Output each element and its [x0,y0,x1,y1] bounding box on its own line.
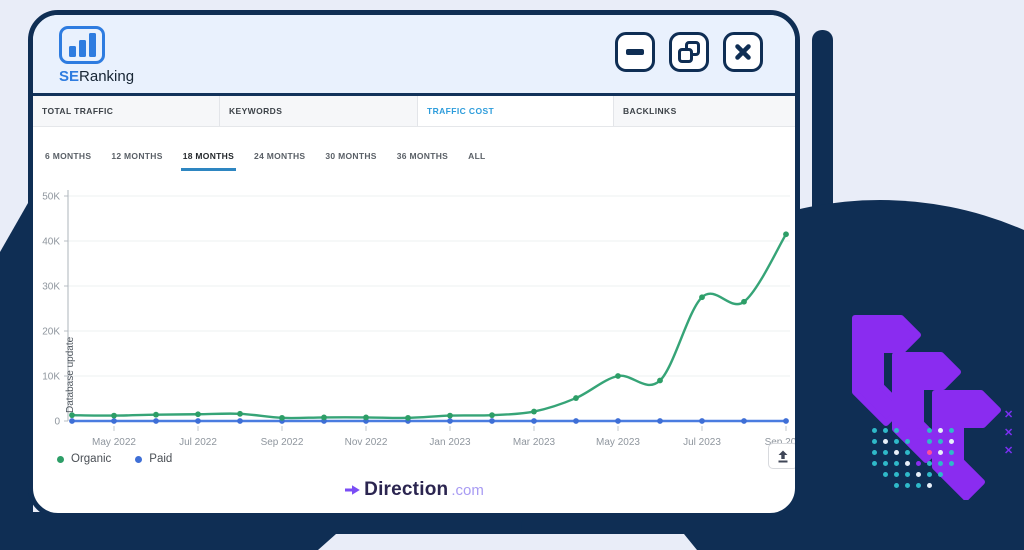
legend-label-organic: Organic [71,453,111,465]
svg-text:Mar 2023: Mar 2023 [513,437,556,448]
svg-text:Jan 2023: Jan 2023 [429,437,471,448]
direction-arrow-icon [344,484,361,496]
svg-text:Sep 2022: Sep 2022 [261,437,304,448]
export-upload-icon [777,450,789,463]
tab-total-traffic[interactable]: TOTAL TRAFFIC [33,96,220,126]
x-mark-icon: ✕ [1004,428,1013,439]
brand-ranking: Ranking [79,68,134,85]
page: SERanking TOTAL T [0,0,1024,550]
brand-se: SE [59,68,79,85]
x-marks-decoration: ✕ ✕ ✕ [1004,410,1013,457]
restore-icon [678,41,700,63]
svg-text:Nov 2022: Nov 2022 [345,437,388,448]
direction-name: Direction [364,479,448,501]
range-36-months[interactable]: 36 MONTHS [395,151,450,171]
tab-keywords[interactable]: KEYWORDS [220,96,418,126]
background-floor-notch [300,534,700,550]
direction-watermark: Direction.com [33,479,795,501]
legend-item-organic[interactable]: Organic [57,453,111,465]
range-6-months[interactable]: 6 MONTHS [43,151,93,171]
x-mark-icon: ✕ [1004,446,1013,457]
svg-text:0: 0 [54,417,60,428]
close-icon [733,42,753,62]
range-all[interactable]: ALL [466,151,487,171]
organic-dot-icon [57,456,64,463]
tab-backlinks[interactable]: BACKLINKS [614,96,795,126]
svg-text:20K: 20K [42,327,60,338]
direction-tld: .com [451,482,484,499]
chart-legend: Organic Paid [57,453,172,465]
range-18-months[interactable]: 18 MONTHS [181,151,236,171]
x-mark-icon: ✕ [1004,410,1013,421]
svg-text:Database update: Database update [65,336,76,413]
se-ranking-window: SERanking TOTAL T [28,10,800,518]
minimize-button[interactable] [615,32,655,72]
restore-button[interactable] [669,32,709,72]
bar-chart-logo-icon [59,26,105,64]
export-button[interactable] [768,443,798,469]
traffic-cost-chart: 0 10K 20K 30K 40K 50K May 2022 Jul 2022 Sep 2022… [33,183,795,453]
minimize-icon [626,49,644,55]
metric-tabs: TOTAL TRAFFIC KEYWORDS TRAFFIC COST BACK… [33,96,795,127]
time-range-selector: 6 MONTHS 12 MONTHS 18 MONTHS 24 MONTHS 3… [43,151,488,171]
window-controls [615,32,763,72]
range-12-months[interactable]: 12 MONTHS [109,151,164,171]
tab-traffic-cost[interactable]: TRAFFIC COST [418,96,614,126]
svg-text:50K: 50K [42,192,60,203]
range-24-months[interactable]: 24 MONTHS [252,151,307,171]
svg-text:Jul 2022: Jul 2022 [179,437,217,448]
svg-text:40K: 40K [42,237,60,248]
svg-text:May 2023: May 2023 [596,437,640,448]
legend-item-paid[interactable]: Paid [135,453,172,465]
legend-label-paid: Paid [149,453,172,465]
se-ranking-logo: SERanking [59,26,134,85]
svg-text:30K: 30K [42,282,60,293]
svg-text:May 2022: May 2022 [92,437,136,448]
range-30-months[interactable]: 30 MONTHS [323,151,378,171]
svg-text:10K: 10K [42,372,60,383]
paid-dot-icon [135,456,142,463]
dot-grid [872,428,954,488]
svg-text:Jul 2023: Jul 2023 [683,437,721,448]
card-shadow-bar [812,30,833,220]
close-button[interactable] [723,32,763,72]
brand-name: SERanking [59,68,134,85]
window-header: SERanking [33,15,795,96]
